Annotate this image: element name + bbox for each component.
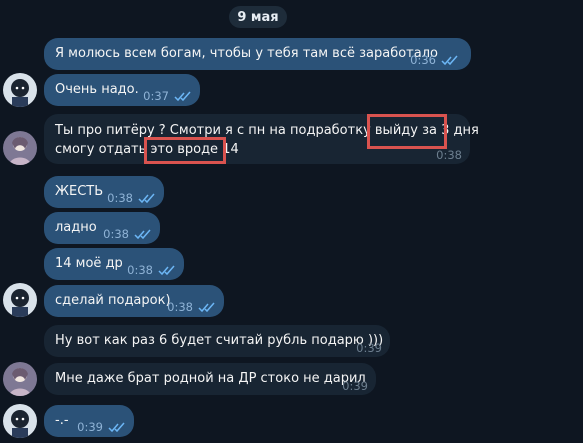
message-bubble-outgoing[interactable]: -.- 0:39 <box>44 405 134 437</box>
double-check-icon <box>108 422 125 432</box>
double-check-icon <box>441 55 458 65</box>
double-check-icon <box>158 265 175 275</box>
double-check-icon <box>174 91 191 101</box>
double-check-icon <box>198 302 215 312</box>
message-text: ЖЕСТЬ <box>55 184 104 199</box>
message-bubble-outgoing[interactable]: сделай подарок) 0:38 <box>44 285 224 317</box>
message-time: 0:39 <box>342 379 368 393</box>
user-avatar-icon[interactable] <box>3 73 37 107</box>
contact-avatar-icon[interactable] <box>3 131 37 165</box>
user-avatar-icon[interactable] <box>3 404 37 438</box>
message-bubble-outgoing[interactable]: 14 моё др 0:38 <box>44 248 184 280</box>
message-text: 14 моё др <box>55 256 123 271</box>
message-time: 0:38 <box>103 227 129 241</box>
message-bubble-incoming[interactable]: Мне даже брат родной на ДР стоко не дари… <box>44 363 376 395</box>
message-time: 0:39 <box>356 341 382 355</box>
message-time: 0:38 <box>127 263 153 277</box>
highlight-box <box>367 114 447 149</box>
message-bubble-outgoing[interactable]: ЖЕСТЬ 0:38 <box>44 176 164 208</box>
message-bubble-outgoing[interactable]: Очень надо. 0:37 <box>44 74 200 106</box>
message-text: Мне даже брат родной на ДР стоко не дари… <box>55 371 366 386</box>
message-time: 0:38 <box>167 300 193 314</box>
message-text: ладно <box>55 220 97 235</box>
message-time: 0:36 <box>410 53 436 67</box>
message-text: сделай подарок) <box>55 293 171 308</box>
message-text: -.- <box>55 413 69 428</box>
user-avatar-icon[interactable] <box>3 283 37 317</box>
message-text: Очень надо. <box>55 82 139 97</box>
message-bubble-incoming[interactable]: Ну вот как раз 6 будет считай рубль пода… <box>44 325 390 357</box>
message-bubble-outgoing[interactable]: Я молюсь всем богам, чтобы у тебя там вс… <box>44 38 471 70</box>
double-check-icon <box>138 193 155 203</box>
message-time: 0:37 <box>143 89 169 103</box>
message-time: 0:39 <box>77 420 103 434</box>
message-text: Я молюсь всем богам, чтобы у тебя там вс… <box>55 46 438 61</box>
message-bubble-outgoing[interactable]: ладно 0:38 <box>44 212 160 244</box>
double-check-icon <box>134 229 151 239</box>
message-text: Ну вот как раз 6 будет считай рубль пода… <box>55 333 384 348</box>
date-separator: 9 мая <box>229 6 287 28</box>
highlight-box <box>144 137 226 164</box>
contact-avatar-icon[interactable] <box>3 362 37 396</box>
message-time: 0:38 <box>107 191 133 205</box>
